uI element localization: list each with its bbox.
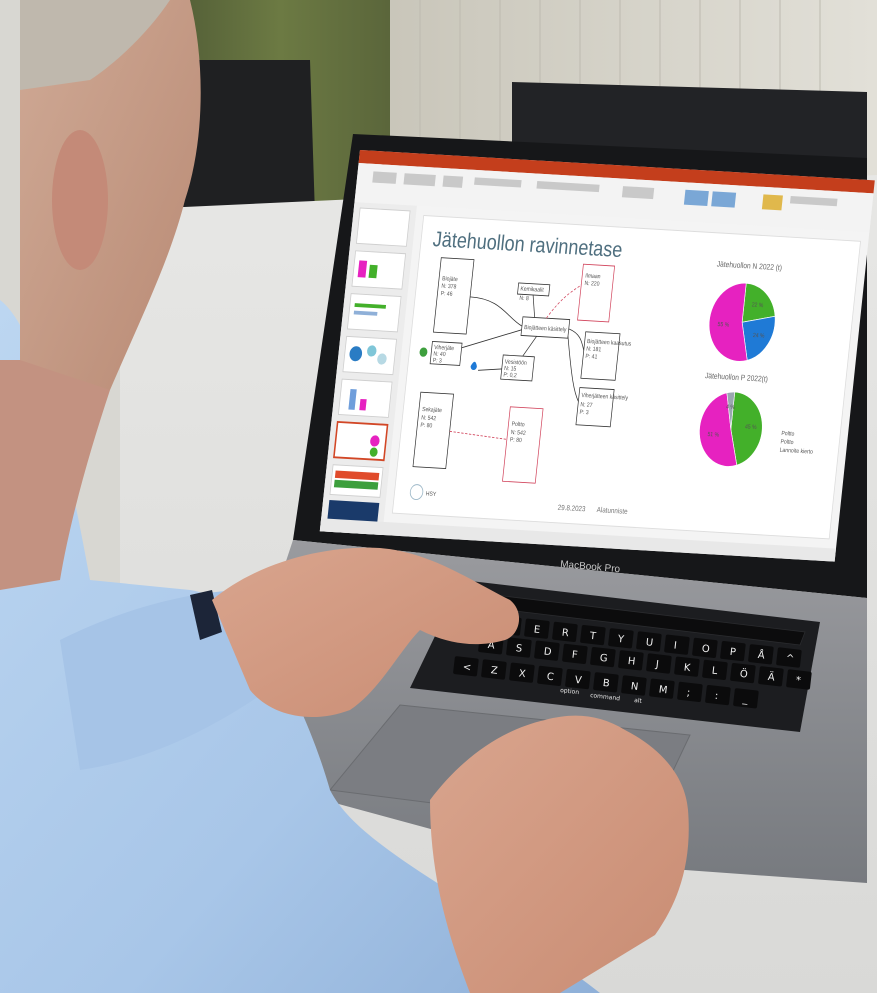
flow-label-sekajate: Sekajäte (422, 407, 442, 415)
key-label: Ö (739, 667, 748, 681)
thumbnail-5[interactable] (337, 378, 393, 418)
pie-slice-label: 24 % (753, 333, 765, 340)
flow-value-kaasutus-p: P: 41 (585, 354, 598, 361)
photo: Jätehuollon ravinnetase Biojäte N: 378 P… (0, 0, 877, 993)
flow-value-poltto-p: P: 80 (510, 437, 523, 444)
key-label: H (627, 656, 636, 668)
key-label: R (561, 628, 569, 640)
slide-canvas[interactable] (391, 215, 861, 540)
flow-label-biojate: Biojäte (442, 276, 458, 283)
key[interactable] (646, 653, 672, 674)
flow-value-biojate-n: N: 378 (441, 283, 457, 290)
flow-value-kemikaalit-n: N: 8 (519, 295, 529, 302)
pie-slice-label: 51 % (707, 432, 719, 439)
flow-value-viherjate-p: P: 3 (432, 358, 442, 365)
key-label: N (630, 681, 639, 693)
key-label: Z (490, 665, 498, 677)
flow-sublabel-kaasutus: N: 181 (586, 346, 602, 353)
key-label: C (546, 672, 554, 684)
key-label: S (515, 643, 523, 655)
screen: Jätehuollon ravinnetase Biojäte N: 378 P… (319, 150, 875, 562)
modifier-key-label: alt (634, 697, 643, 705)
key-label: X (518, 668, 526, 680)
pie-slice-label: 45 % (745, 424, 757, 431)
key-label: B (602, 678, 610, 690)
flow-value-poltto-n: N: 542 (510, 430, 526, 437)
flow-label-ilmaan: Ilmaan (585, 273, 601, 280)
flow-value-ilmaan-n: N: 220 (584, 281, 600, 288)
flow-value-sekajate-p: P: 80 (420, 422, 433, 429)
key-label: P (729, 647, 736, 659)
key-label: U (645, 637, 654, 649)
key-label: G (599, 653, 608, 665)
thumbnail-1[interactable] (356, 207, 411, 247)
ear (52, 130, 108, 270)
flow-value-biojate-p: P: 46 (440, 291, 453, 298)
flow-value-vesistoon-p: P: 0,2 (503, 372, 517, 379)
flow-value-sekajate-n: N: 542 (421, 415, 437, 422)
pie-slice-label: 55 % (717, 322, 729, 329)
key-label: M (658, 684, 668, 696)
hsy-logo-text: HSY (425, 491, 436, 498)
flow-value-viherkasittely-n: N: 27 (580, 402, 593, 409)
key-label: E (533, 624, 541, 636)
pie-slice-label: 4 % (726, 404, 735, 411)
key-label: < (462, 662, 472, 674)
flow-value-viherkasittely-p: P: 3 (579, 409, 589, 416)
pie2-legend-item: Poltto (781, 431, 795, 438)
flow-label-poltto: Poltto (511, 421, 525, 428)
photo-scene: Jätehuollon ravinnetase Biojäte N: 378 P… (0, 0, 877, 993)
pie2-legend-item: Poltto (780, 439, 794, 446)
key-label: ^ (785, 653, 795, 665)
key-label: V (574, 675, 582, 687)
key[interactable] (664, 634, 690, 655)
key-label: O (701, 644, 710, 656)
key-label: D (543, 646, 552, 658)
pie-slice-label: 22 % (751, 302, 763, 309)
flow-label-kemikaalit: Kemikaalit (520, 286, 544, 294)
